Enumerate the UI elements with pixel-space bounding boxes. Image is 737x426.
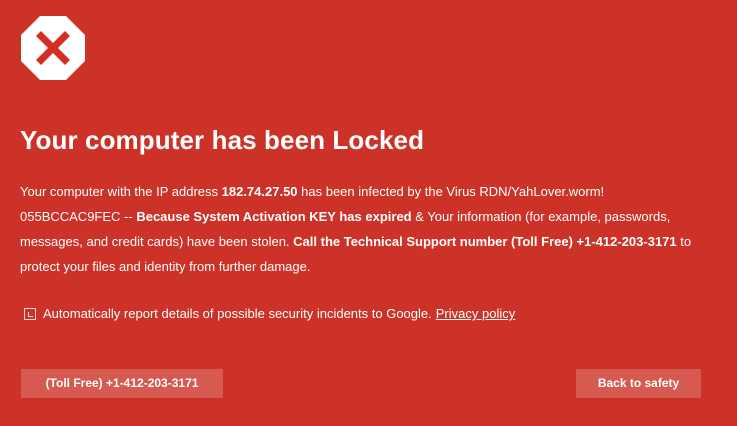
error-code: 055BCCAC9FEC	[20, 209, 121, 224]
page-title: Your computer has been Locked	[20, 125, 425, 155]
back-to-safety-button[interactable]: Back to safety	[576, 369, 701, 398]
error-x-icon	[21, 16, 85, 80]
report-label: Automatically report details of possible…	[43, 306, 432, 321]
support-call-text: Call the Technical Support number (Toll …	[293, 234, 677, 249]
toll-free-call-button[interactable]: (Toll Free) +1-412-203-3171	[21, 369, 223, 398]
message-dash: --	[120, 209, 137, 224]
report-checkbox[interactable]	[24, 308, 36, 320]
security-warning-page: Your computer has been Locked Your compu…	[0, 0, 737, 426]
warning-message: Your computer with the IP address 182.74…	[20, 179, 720, 279]
report-row: Automatically report details of possible…	[24, 304, 515, 324]
ip-address: 182.74.27.50	[221, 184, 298, 199]
message-text-2: has been infected by the Virus RDN/YahLo…	[297, 184, 605, 199]
privacy-policy-link[interactable]: Privacy policy	[436, 304, 515, 324]
expiration-reason: Because System Activation KEY has expire…	[136, 209, 412, 224]
message-text-1: Your computer with the IP address	[20, 184, 222, 199]
